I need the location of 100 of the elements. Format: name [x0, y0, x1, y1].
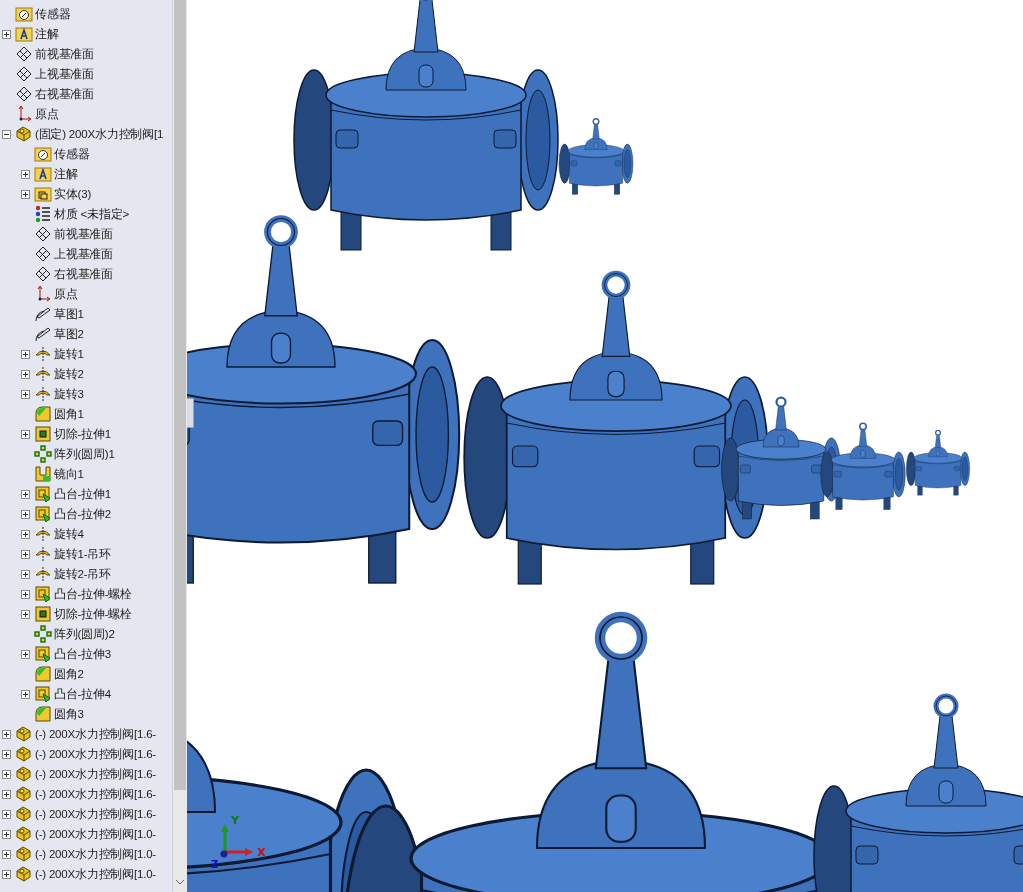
tree-item-label[interactable]: 圆角1: [54, 406, 84, 422]
mirror-icon: [34, 465, 52, 483]
sensor-folder-icon: [15, 5, 33, 23]
part-icon: [15, 785, 33, 803]
cut-extrude-icon: [34, 425, 52, 443]
expand-toggle[interactable]: [21, 589, 30, 599]
tree-item-label[interactable]: 旋转3: [54, 386, 84, 402]
tree-item-label[interactable]: 圆角3: [54, 706, 84, 722]
panel-collapse-handle[interactable]: [187, 398, 194, 428]
part-icon: [15, 845, 33, 863]
part-icon: [15, 745, 33, 763]
tree-item-label[interactable]: 原点: [54, 286, 78, 302]
tree-item-label[interactable]: 凸台-拉伸3: [54, 646, 112, 662]
expand-toggle[interactable]: [21, 389, 30, 399]
tree-item-label[interactable]: 切除-拉伸1: [54, 426, 112, 442]
tree-item-label[interactable]: 凸台-拉伸1: [54, 486, 112, 502]
tree-item-label[interactable]: 注解: [54, 166, 78, 182]
expand-toggle[interactable]: [2, 769, 11, 779]
tree-item-label[interactable]: 右视基准面: [54, 266, 113, 282]
expand-toggle[interactable]: [21, 689, 30, 699]
circular-pattern-icon: [34, 445, 52, 463]
sensor-folder-icon: [34, 145, 52, 163]
expand-toggle[interactable]: [21, 609, 30, 619]
tree-item-label[interactable]: 镜向1: [54, 466, 84, 482]
part-icon: [15, 805, 33, 823]
expand-toggle[interactable]: [2, 749, 11, 759]
annotation-folder-icon: [34, 165, 52, 183]
tree-item-label[interactable]: 注解: [35, 26, 59, 42]
tree-item-label[interactable]: 右视基准面: [35, 86, 94, 102]
expand-toggle[interactable]: [2, 729, 11, 739]
expand-toggle[interactable]: [21, 569, 30, 579]
revolve-icon: [34, 385, 52, 403]
tree-item-label[interactable]: (-) 200X水力控制阀[1.0-: [35, 826, 156, 842]
circular-pattern-icon: [34, 625, 52, 643]
tree-item-label[interactable]: (-) 200X水力控制阀[1.6-: [35, 766, 156, 782]
expand-toggle[interactable]: [2, 809, 11, 819]
fillet-icon: [34, 665, 52, 683]
sketch-icon: [34, 325, 52, 343]
expand-toggle[interactable]: [21, 649, 30, 659]
expand-toggle[interactable]: [2, 829, 11, 839]
cut-extrude-icon: [34, 605, 52, 623]
revolve-icon: [34, 545, 52, 563]
expand-toggle[interactable]: [2, 789, 11, 799]
scrollbar-thumb[interactable]: [174, 0, 186, 790]
part-icon: [15, 765, 33, 783]
expand-toggle[interactable]: [21, 429, 30, 439]
solid-folder-icon: [34, 185, 52, 203]
fillet-icon: [34, 705, 52, 723]
tree-item-label[interactable]: 旋转2-吊环: [54, 566, 112, 582]
expand-toggle[interactable]: [21, 189, 30, 199]
boss-extrude-icon: [34, 485, 52, 503]
plane-icon: [34, 225, 52, 243]
boss-extrude-icon: [34, 645, 52, 663]
tree-item-label[interactable]: 上视基准面: [54, 246, 113, 262]
tree-item-label[interactable]: 草图1: [54, 306, 84, 322]
tree-item-label[interactable]: (-) 200X水力控制阀[1.0-: [35, 846, 156, 862]
tree-item-label[interactable]: (固定) 200X水力控制阀[1: [35, 126, 164, 142]
tree-item-label[interactable]: (-) 200X水力控制阀[1.6-: [35, 726, 156, 742]
expand-toggle[interactable]: [21, 549, 30, 559]
plane-icon: [34, 265, 52, 283]
tree-item-label[interactable]: 旋转4: [54, 526, 84, 542]
expand-toggle[interactable]: [2, 849, 11, 859]
tree-item-label[interactable]: (-) 200X水力控制阀[1.6-: [35, 806, 156, 822]
expand-toggle[interactable]: [2, 29, 11, 39]
tree-item-label[interactable]: 切除-拉伸-螺栓: [54, 606, 133, 622]
plane-icon: [15, 85, 33, 103]
tree-item-label[interactable]: 传感器: [54, 146, 90, 162]
plane-icon: [15, 45, 33, 63]
expand-toggle[interactable]: [2, 869, 11, 879]
tree-item-label[interactable]: 原点: [35, 106, 59, 122]
tree-item-label[interactable]: 旋转1: [54, 346, 84, 362]
expand-toggle[interactable]: [21, 169, 30, 179]
tree-item-label[interactable]: 阵列(圆周)2: [54, 626, 115, 642]
tree-item-label[interactable]: 前视基准面: [35, 46, 94, 62]
tree-item-label[interactable]: (-) 200X水力控制阀[1.0-: [35, 866, 156, 882]
collapse-toggle[interactable]: [2, 129, 11, 139]
tree-item-label[interactable]: 前视基准面: [54, 226, 113, 242]
tree-item-label[interactable]: 上视基准面: [35, 66, 94, 82]
tree-item-label[interactable]: 草图2: [54, 326, 84, 342]
expand-toggle[interactable]: [21, 529, 30, 539]
tree-item-label[interactable]: 旋转2: [54, 366, 84, 382]
tree-item-label[interactable]: 旋转1-吊环: [54, 546, 112, 562]
expand-toggle[interactable]: [21, 369, 30, 379]
boss-extrude-icon: [34, 505, 52, 523]
tree-item-label[interactable]: 阵列(圆周)1: [54, 446, 115, 462]
expand-toggle[interactable]: [21, 489, 30, 499]
tree-item-label[interactable]: (-) 200X水力控制阀[1.6-: [35, 786, 156, 802]
expand-toggle[interactable]: [21, 509, 30, 519]
scrollbar[interactable]: [172, 0, 187, 892]
tree-item-label[interactable]: 传感器: [35, 6, 71, 22]
tree-item-label[interactable]: (-) 200X水力控制阀[1.6-: [35, 746, 156, 762]
revolve-icon: [34, 365, 52, 383]
tree-item-label[interactable]: 圆角2: [54, 666, 84, 682]
tree-item-label[interactable]: 实体(3): [54, 186, 92, 202]
expand-toggle[interactable]: [21, 349, 30, 359]
tree-item-label[interactable]: 凸台-拉伸-螺栓: [54, 586, 133, 602]
tree-item-label[interactable]: 凸台-拉伸2: [54, 506, 112, 522]
sketch-icon: [34, 305, 52, 323]
tree-item-label[interactable]: 材质 <未指定>: [54, 206, 130, 222]
tree-item-label[interactable]: 凸台-拉伸4: [54, 686, 112, 702]
